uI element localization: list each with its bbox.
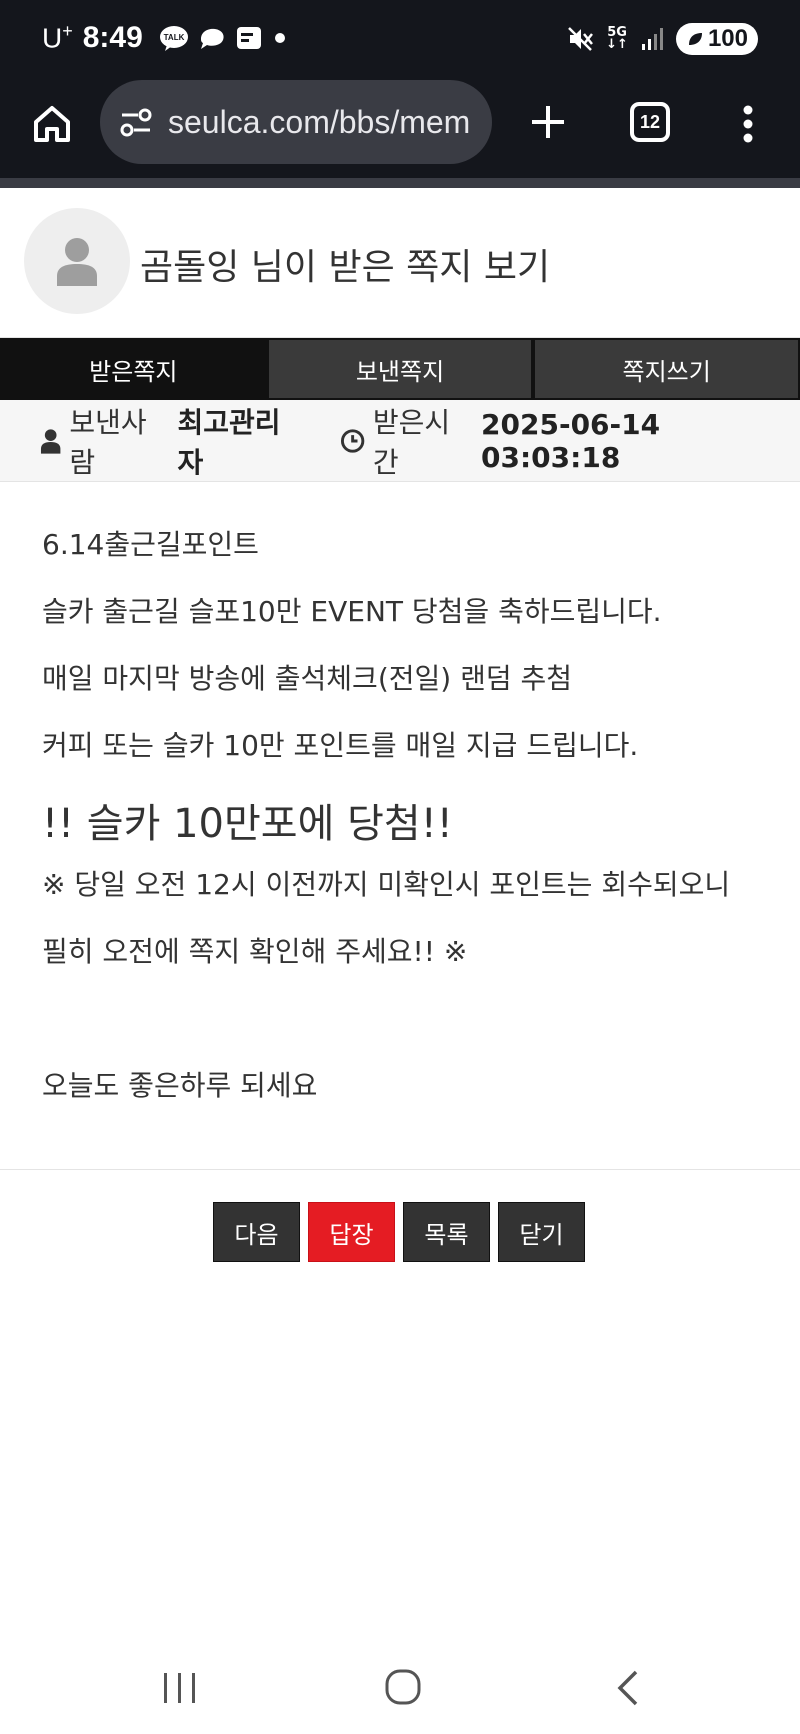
recent-apps-icon [164,1673,195,1703]
news-icon [236,27,261,49]
time-label: 받은시간 [372,405,451,479]
time-value: 2025-06-14 03:03:18 [481,407,661,474]
message-line: 커피 또는 슬카 10만 포인트를 매일 지급 드립니다. [42,729,639,762]
kakaotalk-icon-label: TALK [163,33,184,42]
plus-icon [532,106,564,138]
page-title: 곰돌잉 님이 받은 쪽지 보기 [140,247,551,288]
sender-label: 보낸사람 [69,405,147,479]
memo-meta: 보낸사람 최고관리자 받은시간 2025-06-14 03:03:18 [0,400,800,482]
close-button[interactable]: 닫기 [498,1202,585,1262]
dot-icon [274,33,285,43]
recent-apps-button[interactable] [160,1670,200,1710]
received-time-info: 받은시간 2025-06-14 03:03:18 [340,401,800,481]
tab-sent[interactable]: 보낸쪽지 [266,338,534,400]
more-vert-icon [743,105,753,143]
sender-value: 최고관리자 [177,405,281,479]
tab-write[interactable]: 쪽지쓰기 [533,338,800,400]
address-bar[interactable]: seulca.com/bbs/mem [100,80,492,164]
tab-received[interactable]: 받은쪽지 [0,338,267,400]
back-chevron-icon [617,1670,638,1706]
status-bar: U+ 8:49 TALK 5G ↓↑ 100 [0,0,800,76]
message-headline: !! 슬카 10만포에 당첨!! [42,801,453,847]
system-home-button[interactable] [384,1668,422,1710]
sender-info: 보낸사람 최고관리자 [40,401,303,481]
content-divider [0,1169,800,1170]
message-line: 매일 마지막 방송에 출석체크(전일) 랜덤 추첨 [42,662,573,695]
message-line: 오늘도 좋은하루 되세요 [42,1069,318,1102]
tab-switcher-button[interactable]: 12 [630,102,670,142]
user-icon [40,428,61,454]
carrier-label: U+ [42,21,73,54]
browser-toolbar: seulca.com/bbs/mem 12 [0,76,800,178]
site-settings-icon[interactable] [118,104,154,140]
kakaotalk-icon: TALK [159,26,188,51]
page-header: 곰돌잉 님이 받은 쪽지 보기 [0,188,800,338]
browser-menu-button[interactable] [730,98,766,150]
next-button[interactable]: 다음 [213,1202,300,1262]
message-line: 슬카 출근길 슬포10만 EVENT 당첨을 축하드립니다. [42,595,662,628]
message-line: 6.14출근길포인트 [42,528,259,561]
new-tab-button[interactable] [520,94,576,150]
status-right: 5G ↓↑ 100 [566,20,758,58]
signal-icon [641,28,663,50]
message-blank-line [42,994,762,1061]
memo-content: 6.14출근길포인트 슬카 출근길 슬포10만 EVENT 당첨을 축하드립니다… [42,520,762,1128]
memo-actions: 다음 답장 목록 닫기 [213,1202,585,1262]
charging-leaf-icon [688,33,702,45]
list-button[interactable]: 목록 [403,1202,490,1262]
memo-tabs: 받은쪽지 보낸쪽지 쪽지쓰기 [0,338,800,400]
user-placeholder-icon [57,238,97,286]
message-line: 필히 오전에 쪽지 확인해 주세요!! ※ [42,935,468,968]
notification-icons: TALK [159,25,289,51]
status-left: U+ 8:49 TALK [42,18,289,58]
mute-icon [568,27,594,51]
avatar [24,208,130,314]
back-button[interactable] [614,1668,642,1712]
toolbar-edge [0,178,800,188]
system-nav-bar [0,1640,800,1734]
network-type: 5G ↓↑ [606,25,628,52]
battery-indicator: 100 [675,23,758,55]
chat-bubble-icon [200,28,224,49]
message-line: ※ 당일 오전 12시 이전까지 미확인시 포인트는 회수되오니 [42,868,731,901]
browser-home-button[interactable] [24,96,80,152]
url-text: seulca.com/bbs/mem [168,103,471,140]
clock-icon [340,428,364,453]
reply-button[interactable]: 답장 [308,1202,395,1262]
home-circle-icon [385,1669,421,1705]
clock: 8:49 [82,21,143,54]
home-icon [34,106,70,142]
